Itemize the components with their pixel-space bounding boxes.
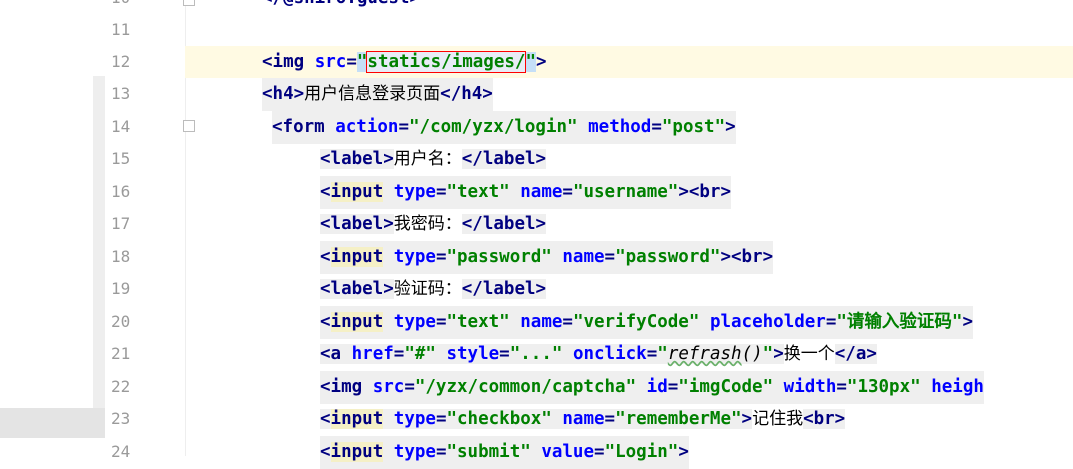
code-line: 22 <img src="/yzx/common/captcha" id="im… [0, 371, 1073, 404]
code-line: 17 <label>我密码：</label> [0, 208, 1073, 241]
code-text: <label>我密码：</label> [320, 214, 547, 234]
code-text: </@shiro.guest> [262, 0, 420, 15]
code-text: <input type="password" name="password"><… [320, 241, 774, 274]
line-number: 17 [111, 214, 131, 233]
code-line: 23 <input type="checkbox" name="remember… [0, 403, 1073, 436]
line-number: 10 [105, 0, 151, 15]
code-text: <input type="submit" value="Login"> [320, 436, 689, 469]
line-number: 16 [111, 182, 131, 201]
line-number: 14 [111, 117, 131, 136]
code-line: 15 <label>用户名：</label> [0, 143, 1073, 176]
code-text: <input type="text" name="username"><br> [320, 176, 731, 209]
code-line: 20 <input type="text" name="verifyCode" … [0, 306, 1073, 339]
code-text: <img src="statics/images/"> [262, 51, 547, 73]
code-line: 11 [0, 14, 1073, 47]
code-line: 18 <input type="password" name="password… [0, 241, 1073, 274]
line-number: 20 [111, 312, 131, 331]
code-text: <input type="checkbox" name="rememberMe"… [320, 409, 846, 429]
code-text: <img src="/yzx/common/captcha" id="imgCo… [320, 371, 984, 404]
line-number: 23 [111, 409, 131, 428]
code-line: 19 <label>验证码：</label> [0, 273, 1073, 306]
line-number: 12 [111, 52, 131, 71]
code-text: <h4>用户信息登录页面</h4> [262, 78, 493, 111]
line-number: 21 [111, 344, 131, 363]
line-number: 22 [111, 377, 131, 396]
line-number: 11 [111, 20, 131, 39]
code-text: <label>验证码：</label> [320, 279, 547, 299]
line-number: 15 [111, 149, 131, 168]
code-line: 14 <form action="/com/yzx/login" method=… [0, 111, 1073, 144]
code-line: 12 <img src="statics/images/"> [0, 46, 1073, 79]
code-editor[interactable]: 10 </@shiro.guest> 11 12 <img src="stati… [0, 0, 1073, 469]
code-line: 24 <input type="submit" value="Login"> [0, 436, 1073, 469]
code-line: 10 </@shiro.guest> [0, 0, 1073, 15]
line-number: 18 [111, 247, 131, 266]
code-line: 16 <input type="text" name="username"><b… [0, 176, 1073, 209]
code-line: 13 <h4>用户信息登录页面</h4> [0, 78, 1073, 111]
line-number: 13 [111, 84, 131, 103]
code-text: <label>用户名：</label> [320, 149, 547, 169]
code-text: <input type="text" name="verifyCode" pla… [320, 306, 974, 339]
line-number: 19 [111, 279, 131, 298]
code-line: 21 <a href="#" style="..." onclick="refr… [0, 338, 1073, 371]
code-text: <a href="#" style="..." onclick="refrash… [320, 344, 877, 364]
line-number: 24 [111, 442, 131, 461]
code-text: <form action="/com/yzx/login" method="po… [272, 111, 736, 144]
